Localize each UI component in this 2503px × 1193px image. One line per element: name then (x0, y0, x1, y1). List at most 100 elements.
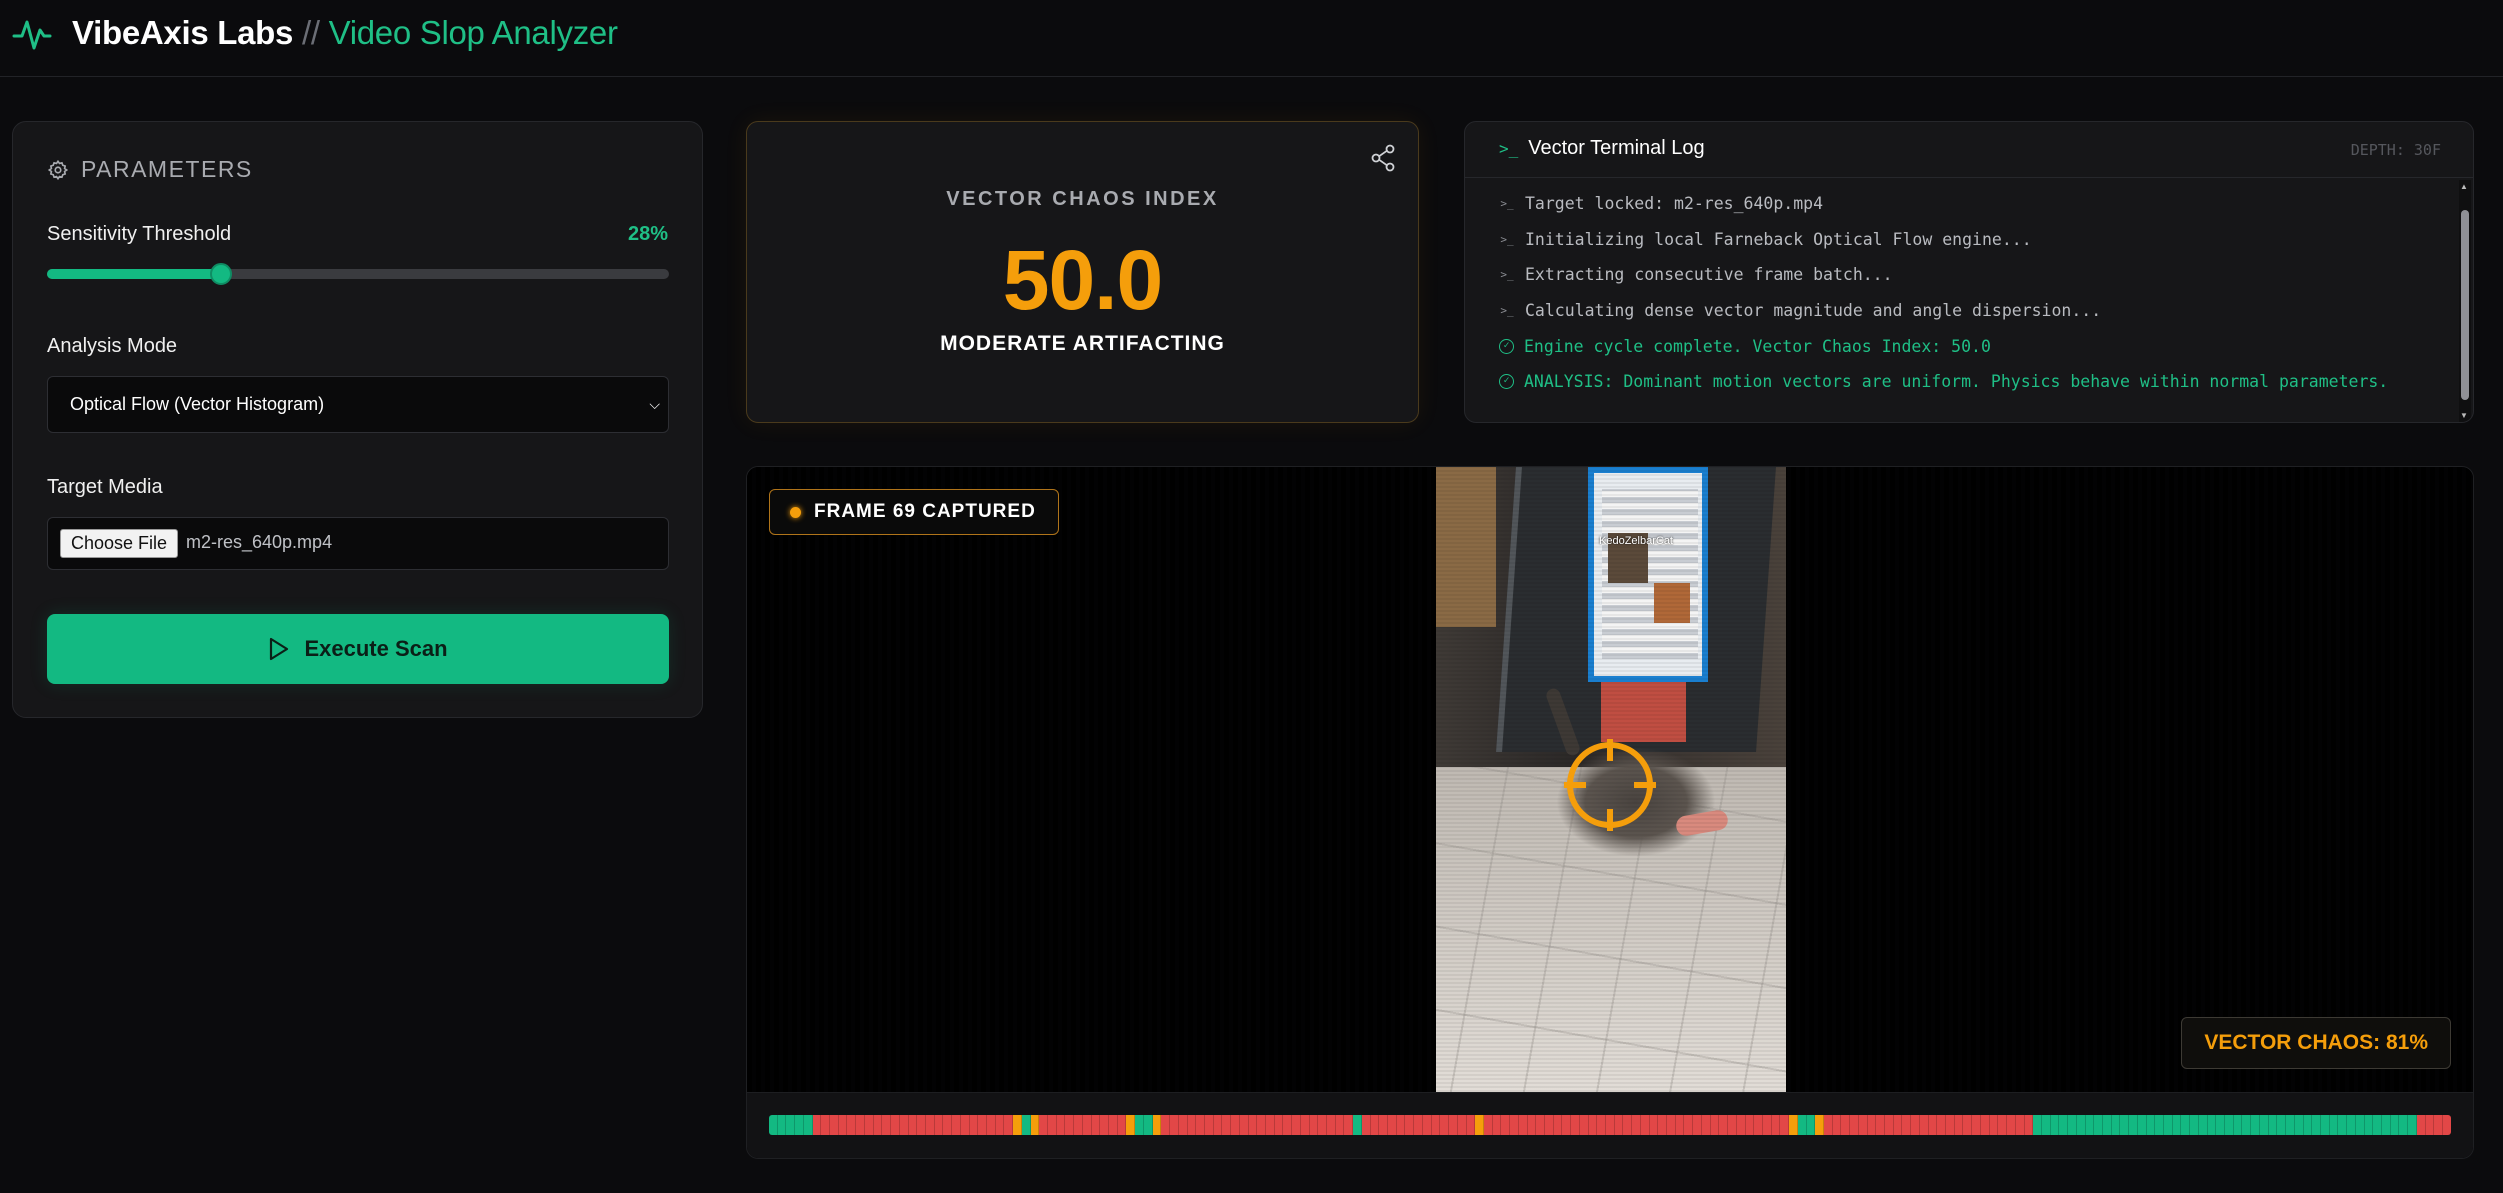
timeline-segment[interactable] (1885, 1115, 1894, 1135)
scroll-up-icon[interactable]: ▲ (2460, 182, 2468, 191)
share-icon[interactable] (1370, 144, 1396, 172)
timeline-segment[interactable] (1457, 1115, 1467, 1135)
timeline-segment[interactable] (856, 1115, 865, 1135)
terminal-scrollbar[interactable]: ▲ ▼ (2459, 180, 2471, 422)
timeline-segment[interactable] (2041, 1115, 2051, 1135)
timeline-segment[interactable] (2129, 1115, 2138, 1135)
timeline-segment[interactable] (1527, 1115, 1537, 1135)
execute-scan-button[interactable]: Execute Scan (47, 614, 669, 684)
timeline-segment[interactable] (1466, 1115, 1476, 1135)
timeline-segment[interactable] (2085, 1115, 2095, 1135)
timeline-segment[interactable] (2146, 1115, 2156, 1135)
timeline-segment[interactable] (2225, 1115, 2234, 1135)
timeline-segment[interactable] (1832, 1115, 1842, 1135)
timeline-segment[interactable] (1623, 1115, 1633, 1135)
timeline-segment[interactable] (2443, 1115, 2451, 1135)
timeline-segment[interactable] (1091, 1115, 1101, 1135)
timeline-segment[interactable] (1980, 1115, 1990, 1135)
timeline-segment[interactable] (1431, 1115, 1441, 1135)
timeline-segment[interactable] (1475, 1115, 1484, 1135)
timeline-segment[interactable] (1056, 1115, 1066, 1135)
timeline-segment[interactable] (960, 1115, 970, 1135)
timeline-segment[interactable] (1745, 1115, 1755, 1135)
timeline-segment[interactable] (1187, 1115, 1197, 1135)
timeline-segment[interactable] (1283, 1115, 1293, 1135)
timeline-segment[interactable] (1858, 1115, 1868, 1135)
timeline-segment[interactable] (2050, 1115, 2060, 1135)
timeline-segment[interactable] (1632, 1115, 1641, 1135)
frame-timeline[interactable] (769, 1115, 2451, 1135)
timeline-segment[interactable] (1414, 1115, 1423, 1135)
timeline-segment[interactable] (1719, 1115, 1729, 1135)
timeline-segment[interactable] (1388, 1115, 1397, 1135)
timeline-segment[interactable] (1946, 1115, 1955, 1135)
timeline-segment[interactable] (803, 1115, 813, 1135)
timeline-segment[interactable] (1030, 1115, 1040, 1135)
timeline-segment[interactable] (1867, 1115, 1877, 1135)
analysis-mode-select[interactable]: Optical Flow (Vector Histogram) ⌵ (47, 376, 669, 433)
timeline-segment[interactable] (1292, 1115, 1301, 1135)
timeline-segment[interactable] (777, 1115, 787, 1135)
timeline-segment[interactable] (1300, 1115, 1310, 1135)
timeline-segment[interactable] (2399, 1115, 2409, 1135)
timeline-segment[interactable] (1919, 1115, 1929, 1135)
timeline-segment[interactable] (838, 1115, 848, 1135)
timeline-segment[interactable] (1161, 1115, 1171, 1135)
timeline-segment[interactable] (1074, 1115, 1083, 1135)
timeline-segment[interactable] (1876, 1115, 1885, 1135)
timeline-segment[interactable] (864, 1115, 874, 1135)
timeline-segment[interactable] (969, 1115, 979, 1135)
timeline-segment[interactable] (1693, 1115, 1702, 1135)
timeline-segment[interactable] (1422, 1115, 1432, 1135)
timeline-segment[interactable] (2033, 1115, 2042, 1135)
timeline-segment[interactable] (1762, 1115, 1772, 1135)
timeline-segment[interactable] (1937, 1115, 1947, 1135)
timeline-segment[interactable] (899, 1115, 909, 1135)
timeline-segment[interactable] (1048, 1115, 1057, 1135)
timeline-segment[interactable] (1553, 1115, 1563, 1135)
timeline-segment[interactable] (1797, 1115, 1807, 1135)
timeline-segment[interactable] (830, 1115, 839, 1135)
timeline-segment[interactable] (2294, 1115, 2304, 1135)
timeline-segment[interactable] (1667, 1115, 1676, 1135)
timeline-segment[interactable] (2233, 1115, 2243, 1135)
timeline-segment[interactable] (1588, 1115, 1598, 1135)
timeline-segment[interactable] (2059, 1115, 2069, 1135)
timeline-segment[interactable] (1780, 1115, 1790, 1135)
timeline-segment[interactable] (2242, 1115, 2252, 1135)
timeline-segment[interactable] (1701, 1115, 1711, 1135)
timeline-segment[interactable] (891, 1115, 900, 1135)
timeline-segment[interactable] (1606, 1115, 1615, 1135)
timeline-segment[interactable] (2068, 1115, 2077, 1135)
timeline-segment[interactable] (1510, 1115, 1519, 1135)
timeline-segment[interactable] (1231, 1115, 1240, 1135)
timeline-segment[interactable] (2390, 1115, 2400, 1135)
timeline-segment[interactable] (1344, 1115, 1354, 1135)
timeline-segment[interactable] (2137, 1115, 2147, 1135)
timeline-segment[interactable] (1536, 1115, 1545, 1135)
timeline-segment[interactable] (1850, 1115, 1859, 1135)
timeline-segment[interactable] (873, 1115, 883, 1135)
timeline-segment[interactable] (1126, 1115, 1136, 1135)
timeline-segment[interactable] (2286, 1115, 2295, 1135)
scroll-down-icon[interactable]: ▼ (2460, 411, 2468, 420)
timeline-segment[interactable] (1736, 1115, 1746, 1135)
timeline-segment[interactable] (1544, 1115, 1554, 1135)
timeline-segment[interactable] (1771, 1115, 1781, 1135)
timeline-segment[interactable] (1405, 1115, 1415, 1135)
timeline-segment[interactable] (2076, 1115, 2086, 1135)
timeline-segment[interactable] (1213, 1115, 1223, 1135)
timeline-segment[interactable] (2425, 1115, 2435, 1135)
timeline-segment[interactable] (2364, 1115, 2374, 1135)
timeline-segment[interactable] (2164, 1115, 2173, 1135)
timeline-segment[interactable] (1327, 1115, 1336, 1135)
timeline-segment[interactable] (2207, 1115, 2217, 1135)
timeline-segment[interactable] (1492, 1115, 1502, 1135)
timeline-segment[interactable] (1065, 1115, 1075, 1135)
timeline-segment[interactable] (2102, 1115, 2112, 1135)
choose-file-button[interactable]: Choose File (60, 529, 179, 558)
timeline-segment[interactable] (1257, 1115, 1266, 1135)
slider-thumb[interactable] (210, 263, 233, 285)
timeline-segment[interactable] (1963, 1115, 1973, 1135)
timeline-segment[interactable] (1911, 1115, 1920, 1135)
